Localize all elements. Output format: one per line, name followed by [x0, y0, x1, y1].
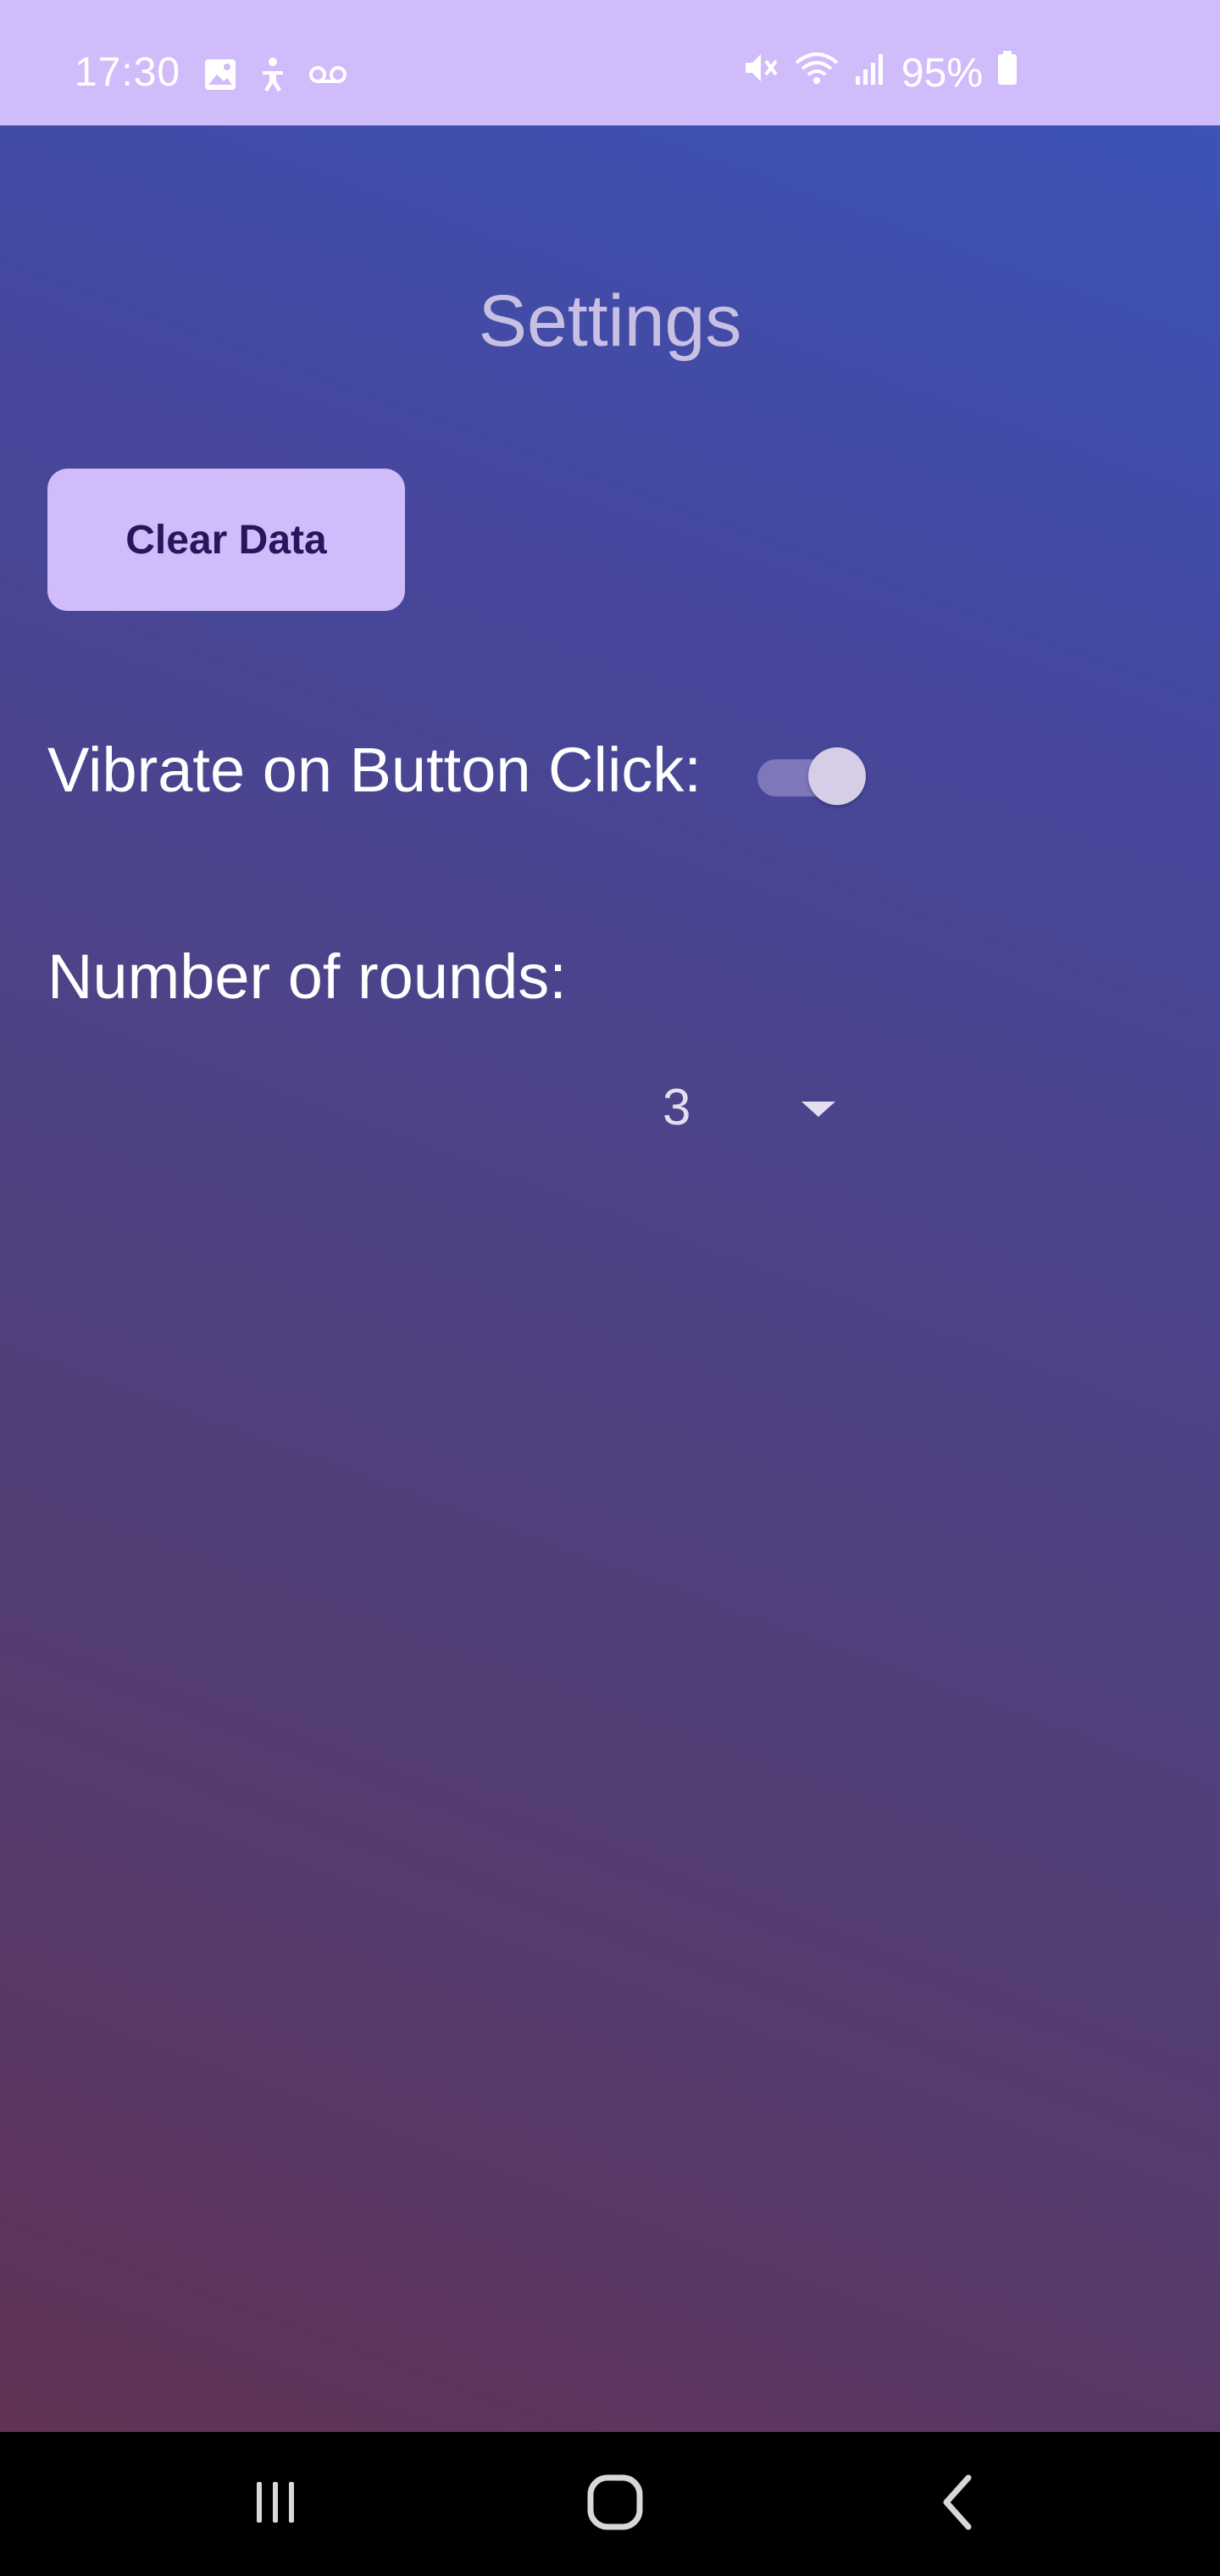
vibrate-toggle[interactable] — [757, 747, 866, 805]
status-notification-icons — [203, 56, 347, 97]
toggle-thumb — [808, 747, 866, 805]
status-bar: 17:30 95% — [0, 0, 1220, 125]
mute-icon — [742, 49, 779, 97]
status-system-icons: 95% — [742, 49, 1018, 97]
rounds-label: Number of rounds: — [47, 941, 567, 1012]
rounds-dropdown[interactable]: 3 — [644, 1071, 847, 1139]
home-button[interactable] — [556, 2457, 674, 2551]
voicemail-icon — [308, 64, 347, 90]
back-icon — [936, 2473, 979, 2536]
battery-percent: 95% — [901, 50, 983, 96]
status-time: 17:30 — [75, 50, 181, 95]
clear-data-button[interactable]: Clear Data — [47, 469, 405, 611]
back-button[interactable] — [898, 2457, 1017, 2551]
accessibility-icon — [256, 56, 290, 97]
wifi-icon — [793, 49, 840, 97]
phone-screen: 17:30 95% Settings Clear Data Vibrate on… — [0, 0, 1220, 2576]
page-title: Settings — [478, 280, 742, 362]
dropdown-arrow-icon — [800, 1100, 837, 1123]
signal-icon — [854, 49, 888, 97]
recents-button[interactable] — [216, 2457, 335, 2551]
rounds-value: 3 — [663, 1079, 691, 1135]
image-icon — [203, 58, 237, 96]
vibrate-label: Vibrate on Button Click: — [47, 735, 702, 805]
recents-icon — [250, 2477, 301, 2532]
settings-screen: Settings Clear Data Vibrate on Button Cl… — [0, 125, 1220, 2432]
battery-icon — [996, 49, 1018, 97]
navigation-bar — [0, 2432, 1220, 2576]
home-icon — [586, 2473, 644, 2535]
